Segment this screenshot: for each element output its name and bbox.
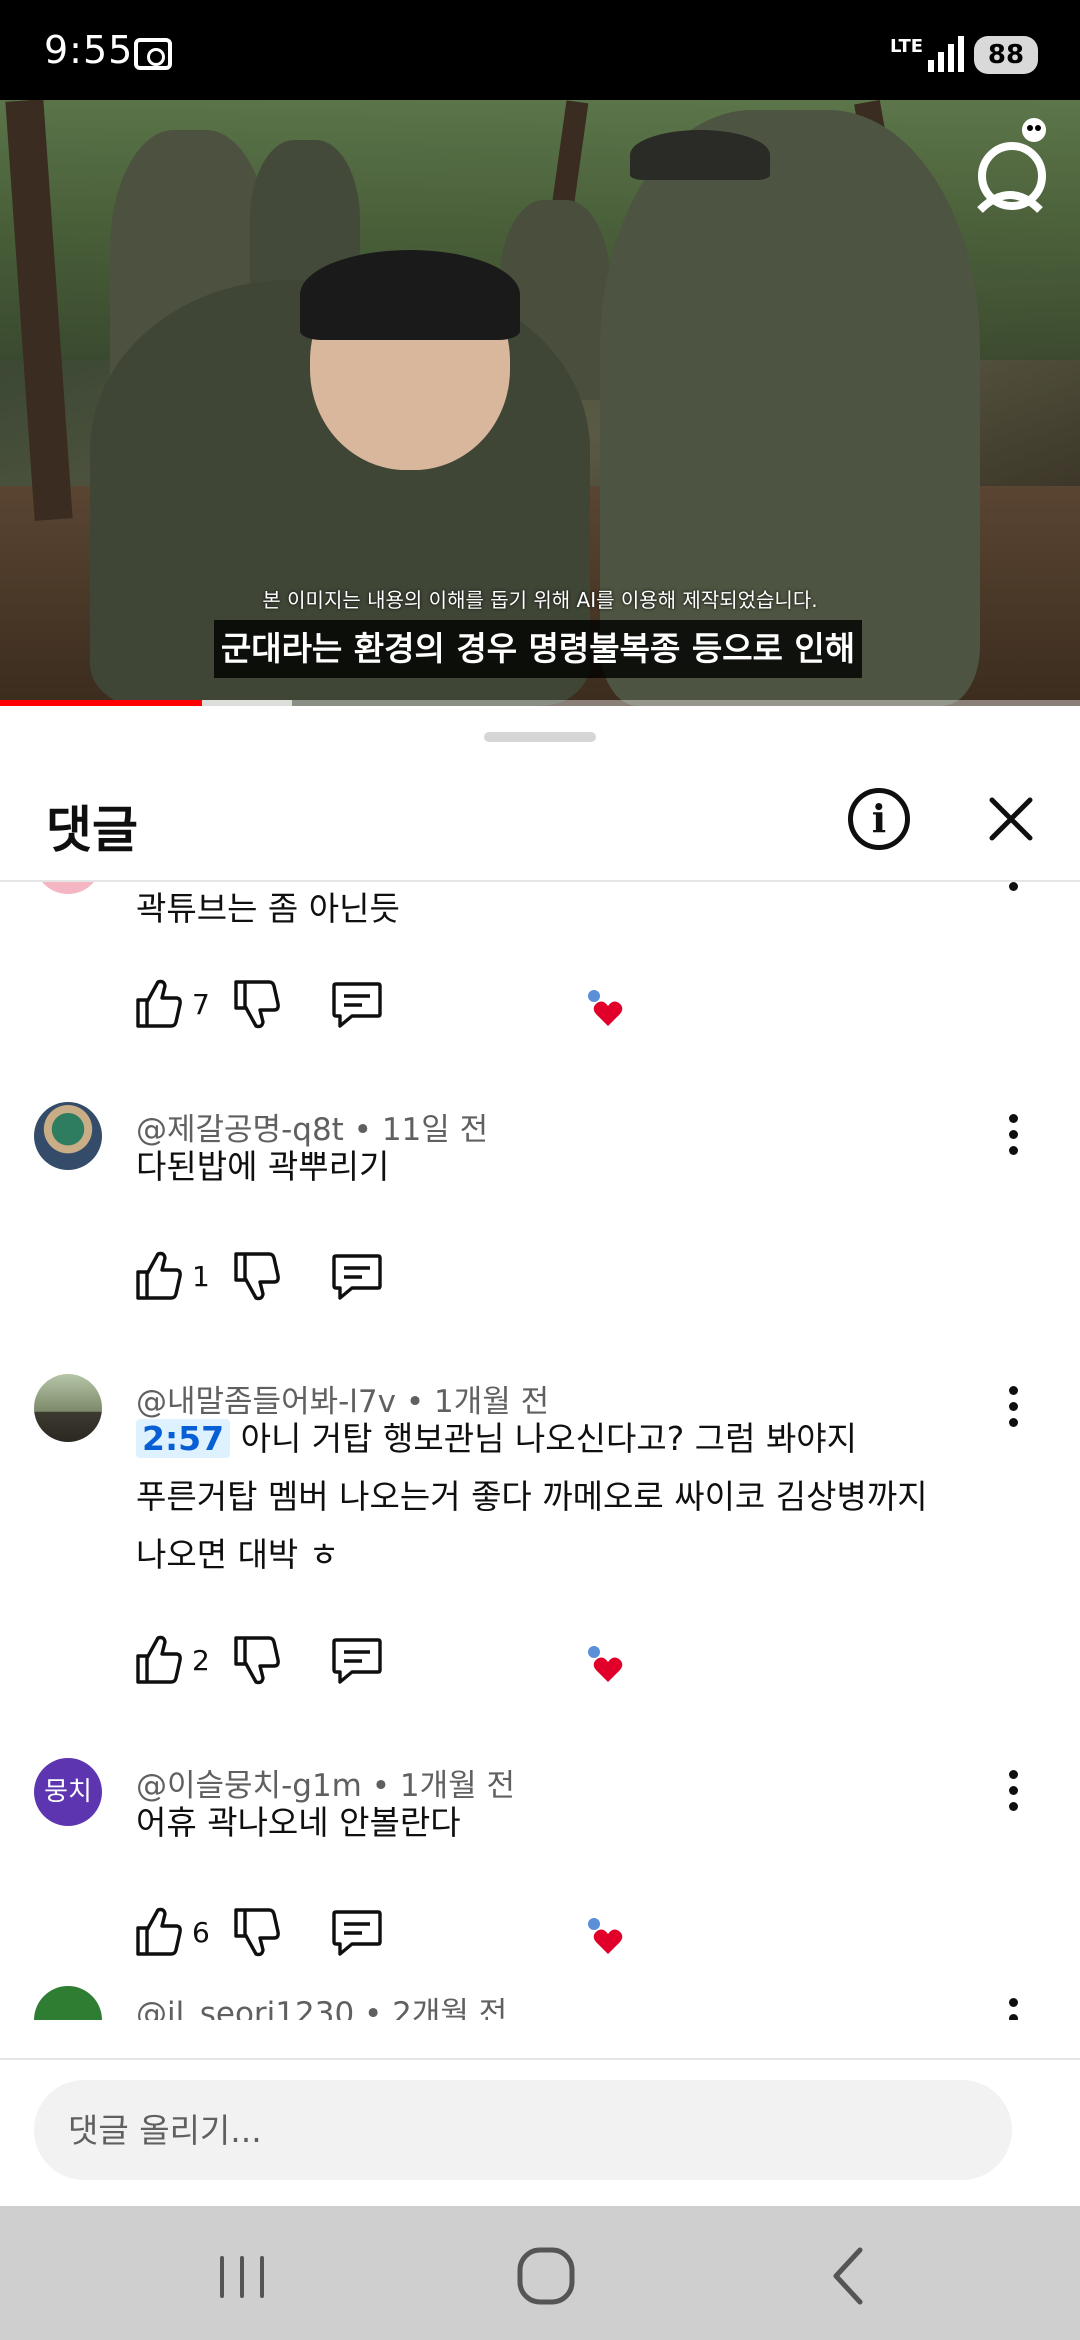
comment-text: 어휴 곽나오네 안볼란다 [136,1803,461,1842]
video-progress-fill [0,700,202,706]
battery-indicator: 88 [974,36,1038,74]
like-count: 7 [192,988,210,1021]
status-time: 9:55 [44,28,134,72]
info-icon[interactable]: i [848,788,910,850]
like-icon[interactable] [134,1632,184,1688]
dislike-icon[interactable] [232,1248,282,1304]
reply-icon[interactable] [330,976,384,1032]
creator-heart-icon [588,1646,623,1682]
like-count: 2 [192,1644,210,1677]
dislike-icon[interactable] [232,1904,282,1960]
like-icon[interactable] [134,1904,184,1960]
recent-apps-icon[interactable] [202,2236,282,2316]
video-caption: 군대라는 환경의 경우 명령불복종 등으로 인해 [214,620,862,678]
status-bar: 9:55 LTE 88 [0,0,1080,100]
comment-text: 곽튜브는 좀 아닌듯 [136,889,400,928]
close-icon[interactable] [986,794,1036,844]
comment-text: 다된밥에 곽뿌리기 [136,1147,390,1186]
like-count: 1 [192,1260,210,1293]
ai-disclaimer-caption: 본 이미지는 내용의 이해를 돕기 위해 AI를 이용해 제작되었습니다. [262,588,818,612]
video-progress-bar[interactable] [0,700,1080,706]
comment-actions: 1 [134,1248,694,1304]
comment-text-line: 푸른거탑 멤버 나오는거 좋다 까메오로 싸이코 김상병까지 [136,1477,928,1516]
comment-actions: 2 [134,1632,694,1688]
comment-actions: 7 [134,976,694,1032]
sheet-header: 댓글 i [0,764,1080,880]
channel-logo-icon [977,118,1046,213]
avatar[interactable]: 뭉치 [34,1758,102,1826]
hair [300,250,520,340]
avatar[interactable] [34,1374,102,1442]
more-options-icon[interactable] [1006,1998,1020,2020]
like-icon[interactable] [134,1248,184,1304]
comment-actions: 6 [134,1904,694,1960]
comment-text-line: 아니 거탑 행보관님 나오신다고? 그럼 봐야지 [230,1419,858,1458]
comments-sheet: 댓글 i 곽튜브는 좀 아닌듯 7 @제갈공명-q8t • 11일 전 다된밥에… [0,708,1080,2206]
video-player[interactable]: 본 이미지는 내용의 이해를 돕기 위해 AI를 이용해 제작되었습니다. 군대… [0,100,1080,706]
creator-heart-icon [588,990,623,1026]
comment-meta: @il_seori1230 • 2개월 전 [136,1988,507,2020]
cap [630,130,770,180]
avatar[interactable] [34,1102,102,1170]
comment-text: 2:57 아니 거탑 행보관님 나오신다고? 그럼 봐야지 푸른거탑 멤버 나오… [136,1410,1016,1584]
soldier-figure [600,110,980,706]
comment-input-container[interactable] [34,2080,1012,2180]
avatar[interactable] [34,882,102,894]
system-nav-bar [0,2206,1080,2340]
back-icon[interactable] [808,2236,888,2316]
dislike-icon[interactable] [232,1632,282,1688]
video-buffer-bar [201,700,292,706]
dislike-icon[interactable] [232,976,282,1032]
comment-list[interactable]: 곽튜브는 좀 아닌듯 7 @제갈공명-q8t • 11일 전 다된밥에 곽뿌리기… [0,882,1080,2020]
home-icon[interactable] [506,2236,586,2316]
reply-icon[interactable] [330,1632,384,1688]
like-icon[interactable] [134,976,184,1032]
screenshot-icon [134,38,172,70]
signal-icon [928,36,964,72]
comment-author[interactable]: @il_seori1230 [136,1996,354,2020]
comment-text-line: 나오면 대박 ㅎ [136,1535,340,1574]
comment-input[interactable] [68,2080,968,2180]
comment-time: 2개월 전 [392,1996,508,2020]
reply-icon[interactable] [330,1904,384,1960]
creator-heart-icon [588,1918,623,1954]
reply-icon[interactable] [330,1248,384,1304]
like-count: 6 [192,1916,210,1949]
sheet-drag-handle[interactable] [484,732,596,742]
comment-input-bar [0,2058,1080,2206]
sheet-title: 댓글 [46,801,138,859]
network-type: LTE [890,36,924,57]
meta-separator: • [354,1996,393,2020]
timestamp-link[interactable]: 2:57 [136,1419,231,1458]
avatar[interactable] [34,1986,102,2020]
